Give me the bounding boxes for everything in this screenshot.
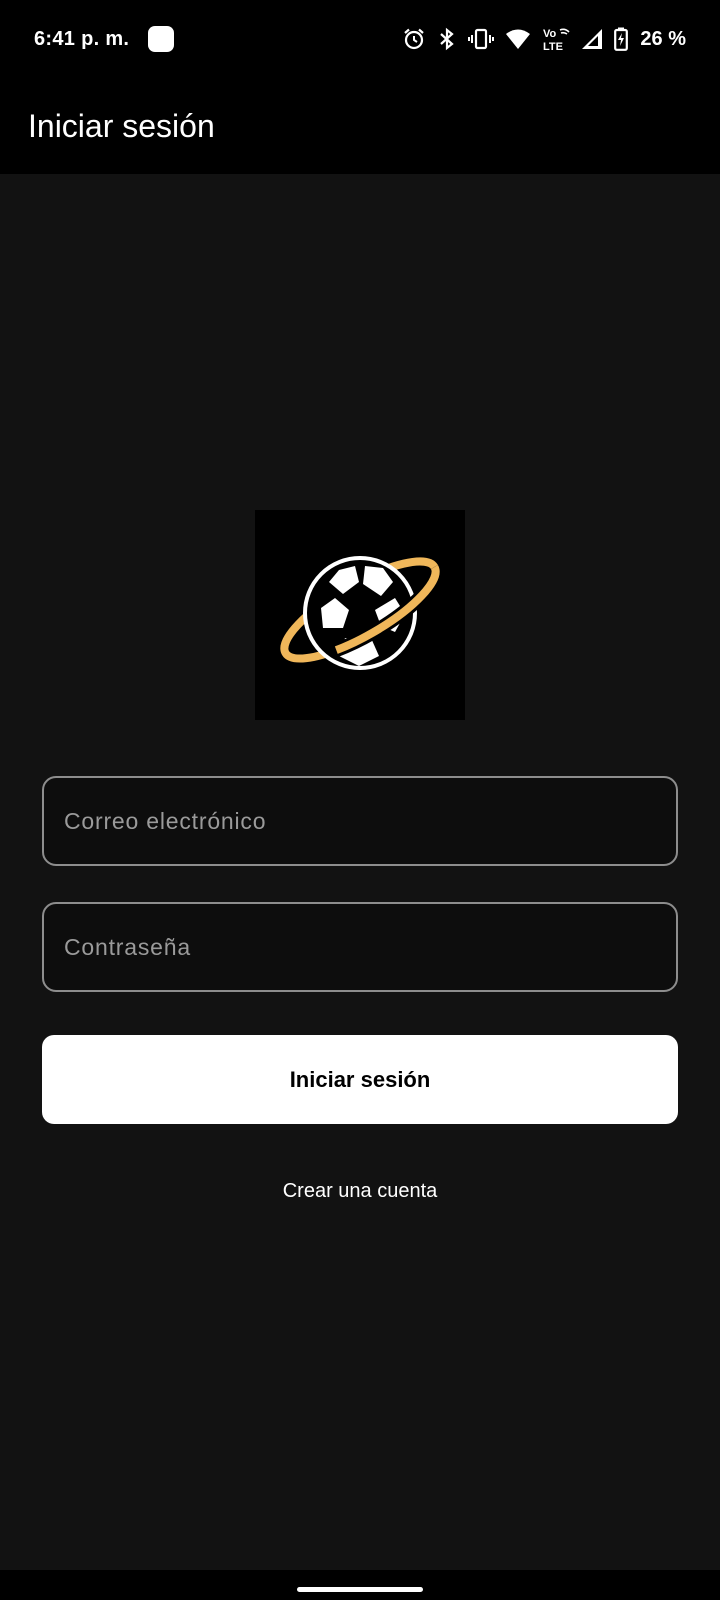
page-title: Iniciar sesión	[28, 107, 215, 144]
email-field[interactable]	[42, 776, 678, 866]
cell-signal-icon	[582, 29, 603, 49]
status-time: 6:41 p. m.	[34, 27, 130, 50]
login-button[interactable]: Iniciar sesión	[42, 1035, 678, 1124]
app-logo	[255, 510, 465, 720]
alarm-icon	[404, 28, 425, 50]
svg-text:Vo: Vo	[543, 28, 557, 40]
navigation-bar	[0, 1570, 720, 1600]
status-icons: Vo LTE 26 %	[402, 26, 686, 52]
password-field[interactable]	[42, 902, 678, 992]
notification-app-icon	[148, 26, 175, 52]
app-bar: Iniciar sesión	[0, 78, 720, 174]
svg-text:LTE: LTE	[543, 41, 563, 52]
vibrate-icon	[468, 28, 495, 50]
create-account-link[interactable]: Crear una cuenta	[0, 1180, 720, 1203]
wifi-icon	[506, 29, 531, 49]
volte-icon: Vo LTE	[543, 28, 570, 52]
battery-charging-icon	[614, 27, 629, 51]
email-input[interactable]	[64, 807, 676, 835]
battery-percent: 26 %	[640, 27, 686, 50]
password-input[interactable]	[64, 933, 676, 961]
bluetooth-icon	[440, 27, 455, 51]
home-indicator[interactable]	[297, 1587, 423, 1592]
status-bar: 6:41 p. m. Vo LTE 26 %	[0, 0, 720, 78]
soccer-ball-planet-logo	[277, 554, 443, 670]
